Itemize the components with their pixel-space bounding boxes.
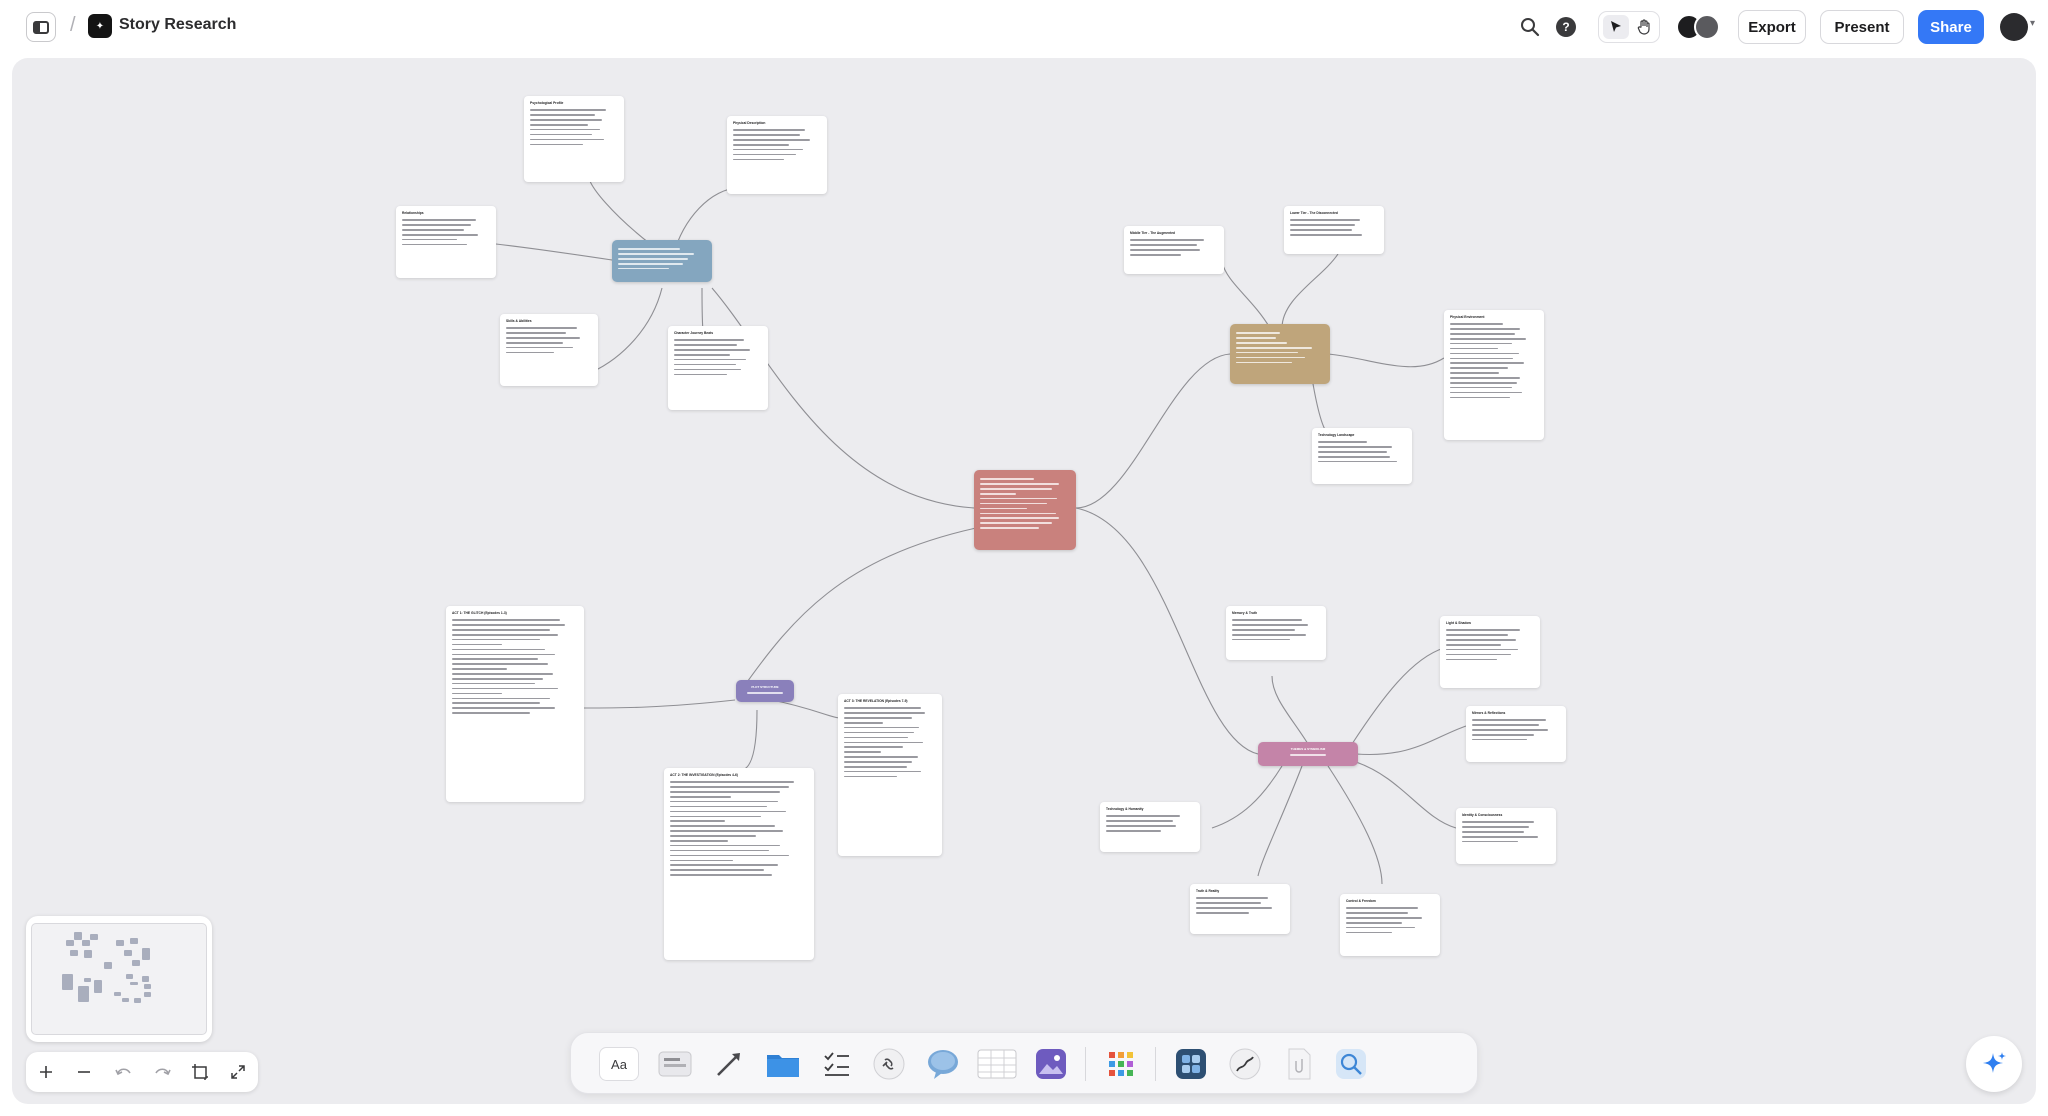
- board-canvas[interactable]: Psychological Profile Physical Descripti…: [12, 58, 2036, 1104]
- expand-icon[interactable]: [222, 1056, 254, 1088]
- redo-icon[interactable]: [146, 1056, 178, 1088]
- note-card[interactable]: Physical Environment: [1444, 310, 1544, 440]
- pointer-icon[interactable]: [1603, 15, 1629, 39]
- note-title: Truth & Reality: [1196, 889, 1220, 893]
- hand-icon[interactable]: [1631, 15, 1657, 39]
- note-title: Relationships: [402, 211, 424, 215]
- insert-dock: Aa: [570, 1032, 1478, 1094]
- board-app-icon[interactable]: [1171, 1045, 1211, 1083]
- present-button[interactable]: Present: [1820, 10, 1904, 44]
- minimap-viewport[interactable]: [31, 923, 207, 1035]
- note-title: ACT 2: THE INVESTIGATION (Episodes 4-6): [670, 773, 738, 777]
- note-title: Physical Environment: [1450, 315, 1485, 319]
- comment-icon[interactable]: [923, 1045, 963, 1083]
- share-button[interactable]: Share: [1918, 10, 1984, 44]
- undo-icon[interactable]: [108, 1056, 140, 1088]
- line-tool-icon[interactable]: [709, 1045, 749, 1083]
- minus-icon[interactable]: [68, 1056, 100, 1088]
- note-card[interactable]: ACT 3: THE REVELATION (Episodes 7-9): [838, 694, 942, 856]
- central-story-node[interactable]: [974, 470, 1076, 550]
- attachment-icon[interactable]: [1279, 1045, 1319, 1083]
- chevron-down-icon[interactable]: ▾: [2030, 18, 2035, 29]
- note-title: Psychological Profile: [530, 101, 564, 105]
- pen-icon[interactable]: [1225, 1045, 1265, 1083]
- table-icon[interactable]: [977, 1045, 1017, 1083]
- note-card[interactable]: Middle Tier - The Augmented: [1124, 226, 1224, 274]
- note-card[interactable]: Light & Shadow: [1440, 616, 1540, 688]
- fit-icon[interactable]: [184, 1056, 216, 1088]
- canvas-tool-group: [1598, 11, 1660, 43]
- hub-title: PLOT STRUCTURE: [751, 685, 779, 689]
- note-title: Technology Landscape: [1318, 433, 1355, 437]
- note-card[interactable]: Technology & Humanity: [1100, 802, 1200, 852]
- note-card[interactable]: Truth & Reality: [1190, 884, 1290, 934]
- breadcrumb-separator: /: [70, 14, 76, 36]
- hub-title: THEMES & SYMBOLISM: [1290, 747, 1326, 751]
- note-card[interactable]: ACT 2: THE INVESTIGATION (Episodes 4-6): [664, 768, 814, 960]
- note-card[interactable]: Relationships: [396, 206, 496, 278]
- note-card[interactable]: Identity & Consciousness: [1456, 808, 1556, 864]
- folder-icon[interactable]: [763, 1045, 803, 1083]
- note-card[interactable]: ACT 1: THE GLITCH (Episodes 1-3): [446, 606, 584, 802]
- note-card[interactable]: Control & Freedom: [1340, 894, 1440, 956]
- note-title: Technology & Humanity: [1106, 807, 1144, 811]
- note-card[interactable]: Technology Landscape: [1312, 428, 1412, 484]
- plus-icon[interactable]: [30, 1056, 62, 1088]
- top-bar: / ✦ Story Research ? Export Present Shar…: [0, 0, 2048, 54]
- note-card[interactable]: Mirrors & Reflections: [1466, 706, 1566, 762]
- note-title: Memory & Truth: [1232, 611, 1258, 615]
- note-card[interactable]: Memory & Truth: [1226, 606, 1326, 660]
- world-hub-node[interactable]: [1230, 324, 1330, 384]
- sidebar-toggle-icon: [33, 20, 49, 34]
- character-hub-node[interactable]: [612, 240, 712, 282]
- search-icon[interactable]: [1518, 15, 1542, 39]
- link-icon[interactable]: [869, 1045, 909, 1083]
- note-title: Skills & Abilities: [506, 319, 532, 323]
- help-icon[interactable]: ?: [1556, 17, 1576, 37]
- collaborator-avatar[interactable]: [1694, 14, 1720, 40]
- minimap[interactable]: [26, 916, 212, 1042]
- note-card[interactable]: Skills & Abilities: [500, 314, 598, 386]
- shape-tool-icon[interactable]: [655, 1045, 695, 1083]
- checklist-icon[interactable]: [817, 1045, 857, 1083]
- note-card[interactable]: Physical Description: [727, 116, 827, 194]
- apps-grid-icon[interactable]: [1101, 1045, 1141, 1083]
- note-title: Physical Description: [733, 121, 766, 125]
- export-button[interactable]: Export: [1738, 10, 1806, 44]
- note-card[interactable]: Lower Tier - The Disconnected: [1284, 206, 1384, 254]
- image-icon[interactable]: [1031, 1045, 1071, 1083]
- text-tool-icon[interactable]: Aa: [599, 1045, 639, 1083]
- sidebar-toggle-button[interactable]: [26, 12, 56, 42]
- note-title: Light & Shadow: [1446, 621, 1471, 625]
- zoom-controls: [26, 1052, 258, 1092]
- note-title: Character Journey Beats: [674, 331, 714, 335]
- share-screen-icon[interactable]: [1331, 1045, 1371, 1083]
- note-title: Control & Freedom: [1346, 899, 1376, 903]
- plot-structure-hub[interactable]: PLOT STRUCTURE: [736, 680, 794, 702]
- note-title: Middle Tier - The Augmented: [1130, 231, 1176, 235]
- note-title: Identity & Consciousness: [1462, 813, 1503, 817]
- sparkle-icon: [1983, 1052, 2006, 1073]
- svg-text:Aa: Aa: [611, 1057, 628, 1072]
- note-title: Mirrors & Reflections: [1472, 711, 1506, 715]
- document-icon: ✦: [88, 14, 112, 38]
- note-card[interactable]: Psychological Profile: [524, 96, 624, 182]
- note-title: ACT 3: THE REVELATION (Episodes 7-9): [844, 699, 908, 703]
- note-title: ACT 1: THE GLITCH (Episodes 1-3): [452, 611, 507, 615]
- themes-hub-node[interactable]: THEMES & SYMBOLISM: [1258, 742, 1358, 766]
- note-title: Lower Tier - The Disconnected: [1290, 211, 1338, 215]
- ai-assistant-button[interactable]: [1966, 1036, 2022, 1092]
- document-title[interactable]: Story Research: [119, 16, 236, 34]
- user-avatar[interactable]: [2000, 13, 2028, 41]
- mind-map-connectors: [495, 173, 1467, 885]
- note-card[interactable]: Character Journey Beats: [668, 326, 768, 410]
